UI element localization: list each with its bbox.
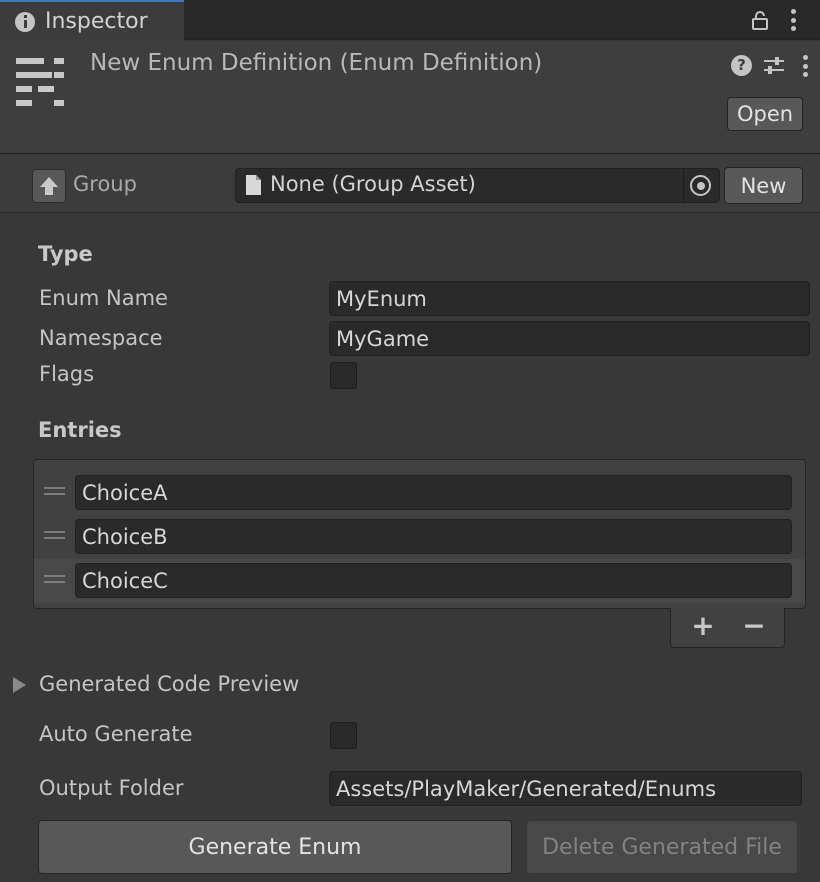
lock-icon[interactable] xyxy=(752,11,768,30)
type-section-title: Type xyxy=(38,242,93,266)
drag-handle-icon[interactable] xyxy=(44,575,65,583)
enum-name-label: Enum Name xyxy=(39,286,168,310)
enum-name-input[interactable]: MyEnum xyxy=(329,281,810,316)
triangle-right-icon[interactable] xyxy=(13,677,26,693)
output-folder-label: Output Folder xyxy=(39,776,184,800)
entry-input-1[interactable]: ChoiceA xyxy=(75,475,792,510)
flags-label: Flags xyxy=(39,362,95,386)
entry-input-2[interactable]: ChoiceB xyxy=(75,519,792,554)
entries-section-title: Entries xyxy=(38,418,122,442)
remove-entry-button[interactable]: − xyxy=(738,611,770,641)
header-title: New Enum Definition (Enum Definition) xyxy=(90,50,543,76)
generated-code-preview-foldout[interactable]: Generated Code Preview xyxy=(39,672,299,696)
group-field-value: None (Group Asset) xyxy=(270,172,476,196)
open-button[interactable]: Open xyxy=(727,97,803,131)
output-folder-input[interactable]: Assets/PlayMaker/Generated/Enums xyxy=(329,771,802,806)
help-icon[interactable]: ? xyxy=(731,55,752,76)
auto-generate-label: Auto Generate xyxy=(39,722,193,746)
sliders-icon[interactable] xyxy=(763,55,785,77)
namespace-input[interactable]: MyGame xyxy=(329,321,810,356)
add-entry-button[interactable]: + xyxy=(687,611,719,641)
generate-enum-button[interactable]: Generate Enum xyxy=(38,820,512,874)
arrow-up-glyph xyxy=(40,177,58,195)
tab-label: Inspector xyxy=(45,9,148,34)
auto-generate-checkbox[interactable] xyxy=(330,722,357,749)
field-divider xyxy=(683,169,684,202)
drag-handle-icon[interactable] xyxy=(44,531,65,539)
info-icon xyxy=(15,11,35,32)
delete-generated-file-button: Delete Generated File xyxy=(526,820,798,874)
new-button[interactable]: New xyxy=(724,167,803,204)
kebab-menu-icon[interactable] xyxy=(791,9,797,31)
namespace-label: Namespace xyxy=(39,326,163,350)
flags-checkbox[interactable] xyxy=(330,362,357,389)
object-picker-icon[interactable] xyxy=(690,175,711,196)
arrow-up-icon[interactable] xyxy=(32,169,66,203)
kebab-menu-icon[interactable] xyxy=(803,55,809,77)
enum-definition-icon xyxy=(16,58,66,108)
group-label: Group xyxy=(73,172,137,196)
drag-handle-icon[interactable] xyxy=(44,487,65,495)
entry-input-3[interactable]: ChoiceC xyxy=(75,563,792,598)
document-icon xyxy=(246,175,261,195)
tab-inspector[interactable]: Inspector xyxy=(0,0,184,41)
